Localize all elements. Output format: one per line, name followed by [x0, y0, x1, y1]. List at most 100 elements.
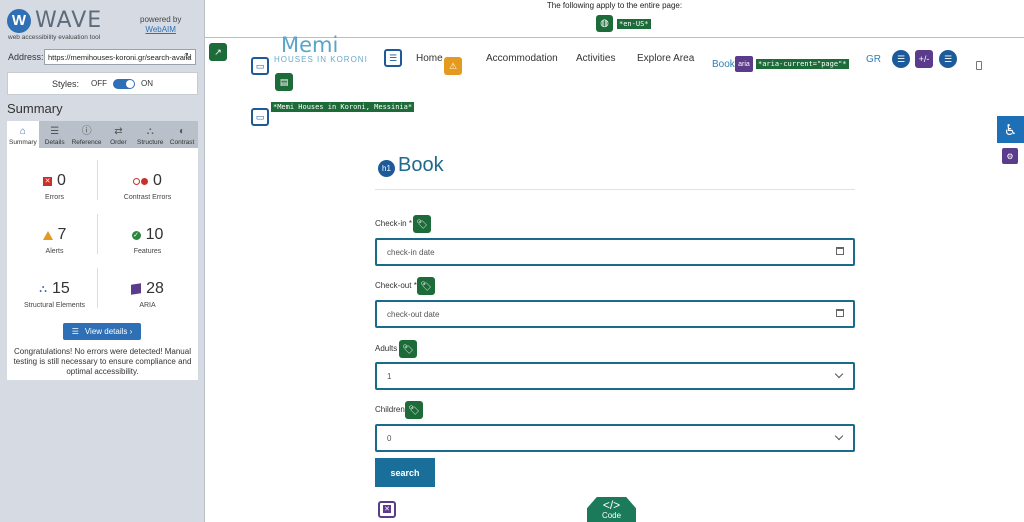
alert-icon — [42, 230, 53, 240]
powered-by: powered by WebAIM — [140, 15, 181, 35]
structure-icon: ⛬ — [39, 282, 47, 295]
accessibility-widget-button[interactable]: ♿ — [997, 116, 1024, 143]
site-logo-subtitle: HOUSES IN KORONI — [274, 55, 368, 64]
stat-features[interactable]: ✓ 10 Features — [100, 226, 195, 255]
address-input[interactable]: https://memihouses-koroni.gr/search-avai… — [44, 49, 196, 65]
webaim-link[interactable]: WebAIM — [140, 25, 181, 35]
errors-label: Errors — [44, 194, 65, 201]
checkout-input[interactable]: check-out date — [375, 300, 855, 328]
tab-details[interactable]: ☰ Details — [39, 121, 71, 148]
list-icon: ☰ — [50, 126, 60, 137]
reload-icon[interactable]: ↻ — [184, 51, 192, 62]
list-icon[interactable]: ☰ — [939, 50, 957, 68]
view-details-label: View details › — [84, 327, 133, 336]
mobile-menu-toggle[interactable] — [976, 61, 982, 70]
nav-activities[interactable]: Activities — [576, 53, 615, 64]
checkin-label-text: Check-in — [375, 219, 407, 228]
tab-reference[interactable]: ⓘ Reference — [71, 121, 103, 148]
children-value: 0 — [387, 434, 392, 443]
tab-summary[interactable]: ⌂ Summary — [7, 121, 39, 148]
alert-icon[interactable]: ⚠ — [444, 57, 462, 75]
checkout-label: Check-out * — [375, 281, 417, 290]
globe-icon[interactable]: ◍ — [596, 15, 613, 32]
congrats-message: Congratulations! No errors were detected… — [13, 347, 192, 376]
powered-by-text: powered by — [140, 15, 182, 24]
calendar-icon[interactable] — [836, 309, 844, 317]
logo-alt-text: *Memi Houses in Koroni, Messinia* — [271, 96, 415, 114]
structural-label: Structural Elements — [23, 302, 86, 309]
stat-errors[interactable]: ✕ 0 Errors — [7, 172, 102, 201]
nav-explore-area[interactable]: Explore Area — [637, 53, 694, 64]
label-tag-icon[interactable]: 🏷 — [405, 401, 423, 419]
tab-order-label: Order — [110, 139, 127, 146]
code-icon: </> — [602, 498, 621, 512]
language-tag: *en-US* — [617, 18, 651, 29]
chevron-down-icon — [834, 431, 844, 441]
aria-expanded-icon[interactable]: +/- — [915, 50, 933, 68]
wave-tabs: ⌂ Summary ☰ Details ⓘ Reference ⇄ Order … — [7, 121, 198, 148]
search-button[interactable]: search — [375, 458, 435, 487]
h1-icon[interactable]: h1 — [378, 160, 395, 177]
title-divider — [375, 189, 855, 190]
alerts-count: 7 — [57, 226, 67, 243]
nav-book[interactable]: Book — [712, 59, 735, 70]
accessibility-icon: ♿ — [1003, 121, 1018, 139]
aria-icon[interactable]: ⚙ — [1002, 148, 1018, 164]
adults-select[interactable]: 1 — [375, 362, 855, 390]
wave-logo-text: WAVE — [35, 8, 103, 33]
contrast-errors-count: 0 — [153, 172, 162, 189]
chevron-down-icon — [834, 369, 844, 379]
tab-order[interactable]: ⇄ Order — [102, 121, 134, 148]
stat-alerts[interactable]: 7 Alerts — [7, 226, 102, 255]
list-icon[interactable]: ☰ — [892, 50, 910, 68]
label-tag-icon[interactable]: 🏷 — [413, 215, 431, 233]
adults-label: Adults — [375, 344, 398, 353]
alt-text-icon[interactable]: ▤ — [275, 73, 293, 91]
wave-logo: W WAVE — [7, 8, 102, 33]
styles-off-label: OFF — [91, 79, 107, 88]
logo-alt-tag: *Memi Houses in Koroni, Messinia* — [271, 102, 415, 112]
info-icon: ⓘ — [81, 126, 92, 137]
checkin-label: Check-in * — [375, 219, 412, 228]
landmark-icon[interactable]: ▭ — [251, 108, 269, 126]
nav-language-gr[interactable]: GR — [866, 54, 881, 65]
contrast-error-icon — [133, 177, 149, 185]
tab-summary-label: Summary — [9, 139, 37, 146]
styles-on-label: ON — [141, 79, 153, 88]
stat-contrast-errors[interactable]: 0 Contrast Errors — [100, 172, 195, 201]
code-tab-label: Code — [601, 511, 622, 520]
tab-contrast[interactable]: ◐ Contrast — [166, 121, 198, 148]
calendar-icon[interactable] — [836, 247, 844, 255]
contrast-errors-label: Contrast Errors — [123, 194, 172, 201]
styles-label: Styles: — [51, 78, 79, 89]
checkin-input[interactable]: check-in date — [375, 238, 855, 266]
aria-count: 28 — [146, 280, 164, 297]
error-close-icon[interactable]: ✕ — [378, 501, 396, 518]
address-label: Address: — [8, 52, 44, 62]
view-details-button[interactable]: ☰ View details › — [63, 323, 141, 340]
stat-structural[interactable]: ⛬ 15 Structural Elements — [7, 280, 102, 309]
summary-heading: Summary — [7, 101, 63, 116]
page-notice: The following apply to the entire page: — [546, 1, 683, 10]
feature-link-icon[interactable]: ↗ — [209, 43, 227, 61]
nav-home[interactable]: Home — [416, 53, 443, 64]
styles-toggle[interactable] — [113, 78, 135, 89]
site-logo-text[interactable]: Memi — [281, 33, 338, 57]
code-panel-toggle[interactable]: </> Code — [587, 497, 636, 522]
children-select[interactable]: 0 — [375, 424, 855, 452]
nav-accommodation[interactable]: Accommodation — [486, 53, 558, 64]
navigation-landmark-icon[interactable]: ☰ — [384, 49, 402, 67]
wave-sidebar: W WAVE web accessibility evaluation tool… — [0, 0, 205, 522]
error-icon: ✕ — [43, 176, 53, 186]
landmark-icon[interactable]: ▭ — [251, 57, 269, 75]
checkin-placeholder: check-in date — [387, 248, 435, 257]
page-title: Book — [398, 154, 444, 176]
stat-aria[interactable]: 28 ARIA — [100, 280, 195, 309]
tab-structure[interactable]: ⛬ Structure — [134, 121, 166, 148]
aria-icon[interactable]: aria — [735, 56, 753, 72]
home-icon: ⌂ — [19, 126, 26, 137]
aria-current-tag: *aria-current="page"* — [756, 59, 849, 69]
label-tag-icon[interactable]: 🏷 — [399, 340, 417, 358]
label-tag-icon[interactable]: 🏷 — [417, 277, 435, 295]
summary-panel: ✕ 0 Errors 0 Contrast Errors 7 Alerts ✓ … — [7, 148, 198, 380]
